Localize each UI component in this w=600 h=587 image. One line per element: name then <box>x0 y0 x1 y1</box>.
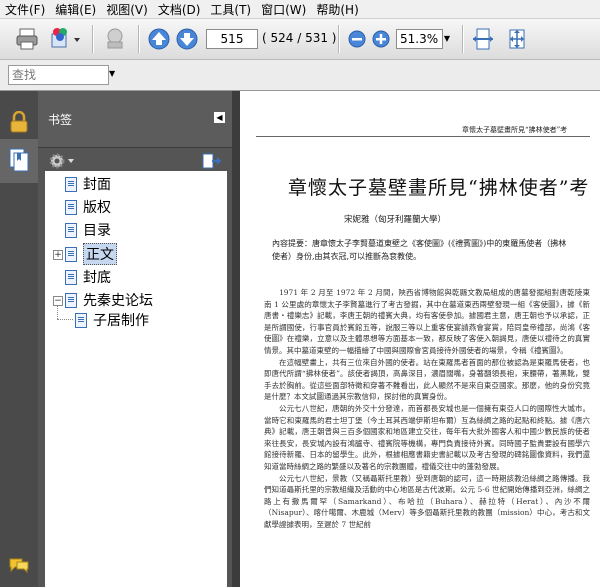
article-title: 章懷太子墓壁畫所見“拂林使者”考 <box>288 177 590 199</box>
body-paragraph: 1971 年 2 月至 1972 年 2 月間，陝西省博物館與乾縣文教局組成的唐… <box>264 288 590 355</box>
body-paragraph: 公元七八世紀，唐朝的外交十分發達，而首都長安城也是一個擁有東亞人口的國際性大城市… <box>264 403 590 471</box>
share-icon <box>51 28 80 48</box>
bookmark-page-icon <box>65 199 77 215</box>
triangle-left-icon: ◀ <box>216 113 223 122</box>
menu-bar: 文件(F) 编辑(E) 视图(V) 文档(D) 工具(T) 窗口(W) 帮助(H… <box>0 0 600 19</box>
zoom-in-button[interactable] <box>368 26 394 52</box>
options-button[interactable] <box>48 152 76 170</box>
bookmark-page-icon <box>65 292 77 308</box>
bookmark-label: 封面 <box>83 177 111 193</box>
menu-tools[interactable]: 工具(T) <box>205 1 256 18</box>
fit-width-icon <box>473 28 493 50</box>
page-number-input[interactable]: 515 <box>206 29 258 49</box>
bookmarks-tree: 封面 版权 目录 + 正文 封底 − 先秦史论坛 子居制作 <box>45 171 227 587</box>
panel-collapse-button[interactable]: ◀ <box>214 112 225 123</box>
body-paragraph: 公元七八世紀，景教（又稱聶斯托里教）受到唐朝的認可，這一時期該教沿絲綢之路傳播。… <box>264 473 590 529</box>
bookmark-label: 子居制作 <box>93 313 149 329</box>
bookmark-item-selected[interactable]: 正文 <box>65 243 117 265</box>
arrow-down-icon <box>176 28 198 50</box>
zoom-out-button[interactable] <box>344 26 370 52</box>
bookmarks-tab[interactable] <box>0 139 38 183</box>
article-author: 宋妮雅（匈牙利羅蘭大學） <box>344 215 447 225</box>
header-rule <box>256 136 590 137</box>
zoom-level-input[interactable]: 51.3% <box>396 29 443 49</box>
toolbar: 515 ( 524 / 531 ) 51.3% ▼ <box>0 19 600 60</box>
menu-document[interactable]: 文档(D) <box>153 1 206 18</box>
expand-toggle[interactable]: + <box>53 250 63 260</box>
bookmark-item[interactable]: 子居制作 <box>75 310 149 330</box>
navigation-rail <box>0 91 38 587</box>
body-paragraph: 在這幅壁畫上，共有三位來自外國的使者。站在東羅馬者首面的那位被認為是東羅馬使者，… <box>264 357 590 402</box>
bookmark-item[interactable]: 目录 <box>65 220 111 240</box>
article-body: 1971 年 2 月至 1972 年 2 月間，陝西省博物館與乾縣文教局組成的唐… <box>264 287 590 530</box>
bookmark-page-icon <box>75 312 87 328</box>
menu-help[interactable]: 帮助(H) <box>311 1 363 18</box>
document-view: 章懷太子墓壁畫所見“拂林使者”考 章懷太子墓壁畫所見“拂林使者”考 宋妮雅（匈牙… <box>240 91 600 587</box>
bookmark-item[interactable]: 封底 <box>65 267 111 287</box>
bookmark-item[interactable]: 先秦史论坛 <box>65 290 153 310</box>
bookmark-label: 正文 <box>83 243 117 265</box>
menu-edit[interactable]: 编辑(E) <box>50 1 101 18</box>
printer-icon <box>16 28 38 50</box>
expand-bookmark-button[interactable] <box>200 152 222 170</box>
menu-window[interactable]: 窗口(W) <box>256 1 311 18</box>
bookmark-expand-icon <box>202 153 222 169</box>
bookmark-page-icon <box>65 222 77 238</box>
fit-page-button[interactable] <box>504 26 530 52</box>
bookmark-label: 封底 <box>83 270 111 286</box>
fit-page-icon <box>509 29 525 49</box>
find-input[interactable]: 查找 <box>8 65 109 85</box>
bookmark-label: 目录 <box>83 223 111 239</box>
bookmarks-panel: 书签 ◀ 封面 版权 目录 + 正文 封底 − 先秦史论坛 子居制作 <box>38 91 232 587</box>
find-dropdown-button[interactable]: ▼ <box>109 69 115 78</box>
previous-page-button[interactable] <box>146 26 172 52</box>
plus-icon <box>372 30 390 48</box>
bookmark-pages-icon <box>9 148 29 172</box>
bookmarks-panel-header: 书签 ◀ <box>38 91 232 148</box>
next-page-button[interactable] <box>174 26 200 52</box>
panel-splitter[interactable] <box>232 91 240 587</box>
panel-title: 书签 <box>48 113 73 127</box>
bookmark-label: 版权 <box>83 200 111 216</box>
arrow-up-icon <box>148 28 170 50</box>
review-button[interactable] <box>102 26 128 52</box>
bookmark-label: 先秦史论坛 <box>83 293 153 309</box>
bookmark-page-icon <box>65 176 77 192</box>
fit-width-button[interactable] <box>470 26 496 52</box>
security-button[interactable] <box>9 111 29 133</box>
lock-icon <box>10 111 28 133</box>
article-abstract: 內容提要：唐章懷太子李賢墓道東壁之《客使圖》(《禮賓圖》)中的東羅馬使者（拂林使… <box>272 239 567 261</box>
zoom-dropdown-button[interactable]: ▼ <box>440 29 454 49</box>
bookmark-item[interactable]: 封面 <box>65 174 111 194</box>
collaborate-button[interactable] <box>48 26 80 52</box>
comments-button[interactable] <box>8 557 30 573</box>
bookmark-page-icon <box>65 269 77 285</box>
menu-file[interactable]: 文件(F) <box>0 1 50 18</box>
gear-icon <box>49 153 74 169</box>
bookmark-page-icon <box>65 246 77 262</box>
print-button[interactable] <box>14 26 40 52</box>
stamp-icon <box>107 28 123 49</box>
chevron-down-icon: ▼ <box>443 34 451 43</box>
menu-view[interactable]: 视图(V) <box>101 1 153 18</box>
find-bar: 查找 ▼ <box>0 60 600 91</box>
page-count: ( 524 / 531 ) <box>262 31 337 45</box>
minus-icon <box>348 30 366 48</box>
chevron-down-icon: ▼ <box>109 69 116 78</box>
bookmark-item[interactable]: 版权 <box>65 197 111 217</box>
running-head: 章懷太子墓壁畫所見“拂林使者”考 <box>462 126 568 134</box>
speech-bubble-icon <box>9 558 29 573</box>
